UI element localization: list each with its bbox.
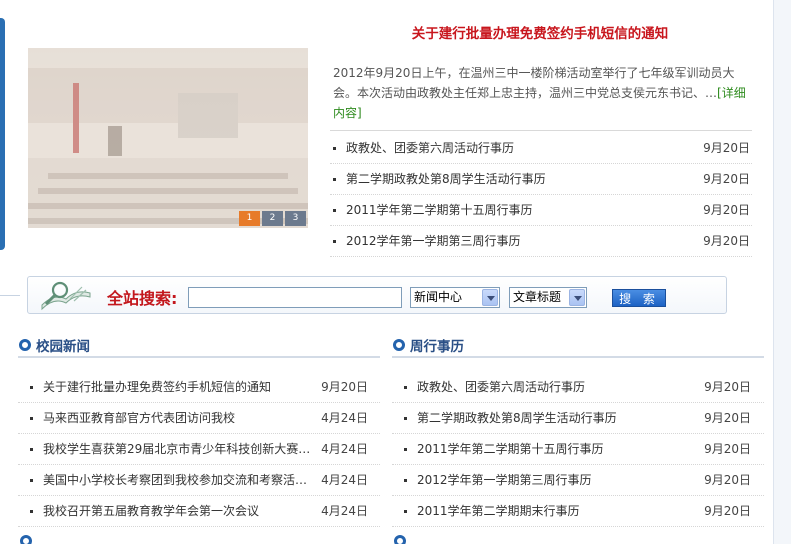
circle-bullet-icon xyxy=(19,339,31,351)
bullet-icon xyxy=(30,509,33,513)
list-item[interactable]: 第二学期政教处第8周学生活动行事历 9月20日 xyxy=(330,164,752,195)
search-title: 全站搜索: xyxy=(107,289,178,308)
weekly-calendar-section: 周行事历 政教处、团委第六周活动行事历 9月20日 第二学期政教处第8周学生活动行… xyxy=(392,334,764,527)
chevron-down-icon[interactable] xyxy=(569,289,585,306)
search-category-select[interactable]: 新闻中心 xyxy=(410,287,500,308)
slide-page-2-button[interactable]: 2 xyxy=(262,211,283,226)
list-item-date: 9月20日 xyxy=(321,380,368,394)
section-title[interactable]: 周行事历 xyxy=(410,335,464,355)
search-field-select[interactable]: 文章标题 xyxy=(509,287,587,308)
list-item-date: 9月20日 xyxy=(703,141,750,155)
list-item-title[interactable]: 美国中小学校长考察团到我校参加交流和考察活… xyxy=(43,465,307,495)
bullet-icon xyxy=(30,416,33,420)
list-item-title[interactable]: 2011学年第二学期第十五周行事历 xyxy=(417,434,604,464)
section-header: 校园新闻 xyxy=(18,334,380,358)
list-item[interactable]: 2011学年第二学期第十五周行事历 9月20日 xyxy=(330,195,752,226)
list-item-title[interactable]: 关于建行批量办理免费签约手机短信的通知 xyxy=(43,372,271,402)
bullet-icon xyxy=(30,385,33,389)
list-item-title[interactable]: 2012学年第一学期第三周行事历 xyxy=(346,226,521,257)
next-section-right xyxy=(393,535,411,544)
bullet-icon xyxy=(404,385,407,389)
list-item-title[interactable]: 马来西亚教育部官方代表团访问我校 xyxy=(43,403,235,433)
circle-bullet-icon xyxy=(20,535,32,544)
search-book-icon xyxy=(41,281,91,311)
list-item-date: 9月20日 xyxy=(704,473,751,487)
chevron-down-icon[interactable] xyxy=(482,289,498,306)
list-item-date: 9月20日 xyxy=(703,172,750,186)
circle-bullet-icon xyxy=(394,535,406,544)
headline-title[interactable]: 关于建行批量办理免费签约手机短信的通知 xyxy=(330,22,750,42)
list-item-date: 4月24日 xyxy=(321,442,368,456)
list-item[interactable]: 我校召开第五届教育教学年会第一次会议 4月24日 xyxy=(18,496,380,527)
site-search-bar: 全站搜索: 新闻中心 文章标题 搜 索 xyxy=(27,276,727,314)
bullet-icon xyxy=(404,416,407,420)
top-news-list: 政教处、团委第六周活动行事历 9月20日 第二学期政教处第8周学生活动行事历 9月2… xyxy=(330,133,752,257)
next-section-left xyxy=(19,535,37,544)
list-item-date: 9月20日 xyxy=(704,504,751,518)
campus-news-section: 校园新闻 关于建行批量办理免费签约手机短信的通知 9月20日 马来西亚教育部官方代… xyxy=(18,334,380,527)
list-item[interactable]: 2012学年第一学期第三周行事历 9月20日 xyxy=(330,226,752,257)
list-item-date: 9月20日 xyxy=(704,411,751,425)
list-item[interactable]: 关于建行批量办理免费签约手机短信的通知 9月20日 xyxy=(18,372,380,403)
slide-page-1-button[interactable]: 1 xyxy=(239,211,260,226)
bullet-icon xyxy=(404,478,407,482)
list-item-date: 4月24日 xyxy=(321,473,368,487)
list-item[interactable]: 2011学年第二学期第十五周行事历 9月20日 xyxy=(392,434,764,465)
bullet-icon xyxy=(404,447,407,451)
list-item-date: 9月20日 xyxy=(704,442,751,456)
list-item-title[interactable]: 第二学期政教处第8周学生活动行事历 xyxy=(417,403,617,433)
campus-news-list: 关于建行批量办理免费签约手机短信的通知 9月20日 马来西亚教育部官方代表团访问我… xyxy=(18,372,380,527)
search-button[interactable]: 搜 索 xyxy=(612,289,666,307)
headline-summary-text: 2012年9月20日上午，在温州三中一楼阶梯活动室举行了七年级军训动员大会。本次… xyxy=(333,66,735,100)
list-item[interactable]: 政教处、团委第六周活动行事历 9月20日 xyxy=(330,133,752,164)
list-item-title[interactable]: 政教处、团委第六周活动行事历 xyxy=(417,372,585,402)
search-field-value: 文章标题 xyxy=(513,290,562,304)
list-item-title[interactable]: 2011学年第二学期期末行事历 xyxy=(417,496,580,526)
list-item-title[interactable]: 我校召开第五届教育教学年会第一次会议 xyxy=(43,496,259,526)
list-item[interactable]: 我校学生喜获第29届北京市青少年科技创新大赛… 4月24日 xyxy=(18,434,380,465)
section-header: 周行事历 xyxy=(392,334,764,358)
list-item[interactable]: 第二学期政教处第8周学生活动行事历 9月20日 xyxy=(392,403,764,434)
list-item-title[interactable]: 2011学年第二学期第十五周行事历 xyxy=(346,195,533,226)
slideshow-photo xyxy=(28,48,308,228)
list-item-date: 9月20日 xyxy=(703,234,750,248)
list-item[interactable]: 政教处、团委第六周活动行事历 9月20日 xyxy=(392,372,764,403)
list-item[interactable]: 2012学年第一学期第三周行事历 9月20日 xyxy=(392,465,764,496)
list-item-date: 4月24日 xyxy=(321,504,368,518)
headline-summary: 2012年9月20日上午，在温州三中一楼阶梯活动室举行了七年级军训动员大会。本次… xyxy=(333,63,751,123)
bullet-icon xyxy=(333,239,336,243)
left-side-tab xyxy=(0,18,5,250)
search-category-value: 新闻中心 xyxy=(414,290,463,304)
list-item-date: 9月20日 xyxy=(704,380,751,394)
section-title[interactable]: 校园新闻 xyxy=(36,335,90,355)
bullet-icon xyxy=(30,447,33,451)
bullet-icon xyxy=(333,177,336,181)
right-scroll-strip xyxy=(773,0,791,544)
list-item-title[interactable]: 我校学生喜获第29届北京市青少年科技创新大赛… xyxy=(43,434,310,464)
list-item-title[interactable]: 政教处、团委第六周活动行事历 xyxy=(346,133,514,164)
slide-pager: 1 2 3 xyxy=(239,211,306,226)
list-item[interactable]: 美国中小学校长考察团到我校参加交流和考察活… 4月24日 xyxy=(18,465,380,496)
list-item-date: 9月20日 xyxy=(703,203,750,217)
slide-page-3-button[interactable]: 3 xyxy=(285,211,306,226)
list-item-title[interactable]: 第二学期政教处第8周学生活动行事历 xyxy=(346,164,546,195)
list-item[interactable]: 2011学年第二学期期末行事历 9月20日 xyxy=(392,496,764,527)
news-slideshow[interactable]: 1 2 3 xyxy=(28,48,308,228)
bullet-icon xyxy=(404,509,407,513)
list-item-date: 4月24日 xyxy=(321,411,368,425)
summary-divider xyxy=(330,130,752,131)
list-item[interactable]: 马来西亚教育部官方代表团访问我校 4月24日 xyxy=(18,403,380,434)
list-item-title[interactable]: 2012学年第一学期第三周行事历 xyxy=(417,465,592,495)
circle-bullet-icon xyxy=(393,339,405,351)
bullet-icon xyxy=(30,478,33,482)
search-input[interactable] xyxy=(188,287,402,308)
bullet-icon xyxy=(333,208,336,212)
bullet-icon xyxy=(333,146,336,150)
weekly-calendar-list: 政教处、团委第六周活动行事历 9月20日 第二学期政教处第8周学生活动行事历 9月2… xyxy=(392,372,764,527)
left-divider xyxy=(0,295,20,296)
